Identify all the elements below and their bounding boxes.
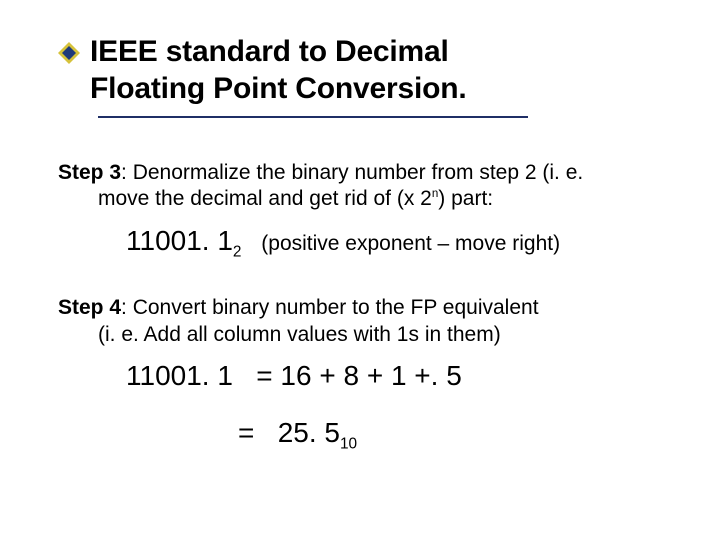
title-line-2: Floating Point Conversion. [90,72,466,105]
slide-body: Step 3: Denormalize the binary number fr… [58,160,680,454]
step4-label: Step 4 [58,296,121,319]
slide: IEEE standard to Decimal Floating Point … [0,0,720,540]
title-underline [98,116,528,118]
step3-cont: move the decimal and get rid of (x 2 [98,187,432,210]
step3-line1: Step 3: Denormalize the binary number fr… [58,160,680,186]
step4-text: : Convert binary number to the FP equiva… [121,296,539,319]
step4-line1: Step 4: Convert binary number to the FP … [58,295,680,321]
step4-eq-lhs: 11001. 1 [126,360,233,391]
step4-line2: (i. e. Add all column values with 1s in … [98,322,680,348]
step4-answer: = 25. 510 [238,415,680,454]
step3-line2: move the decimal and get rid of (x 2n) p… [98,186,680,212]
slide-title-row: IEEE standard to Decimal Floating Point … [58,34,680,107]
step3-value-sub: 2 [233,243,242,260]
step4-ans-val: 25. 5 [278,417,340,448]
step3-value-row: 11001. 12 (positive exponent – move righ… [126,223,680,262]
step4-ans-eq: = [238,417,254,448]
step3-label: Step 3 [58,161,121,184]
step3-cont-tail: ) part: [438,187,493,210]
step3-value: 11001. 1 [126,225,233,256]
title-line-1: IEEE standard to Decimal [90,35,449,68]
step4-cont: (i. e. Add all column values with 1s in … [98,323,501,346]
step4-eq-eq: = [256,360,272,391]
step4-eq-rhs: 16 + 8 + 1 +. 5 [280,360,461,391]
step3-annotation: (positive exponent – move right) [261,232,560,255]
diamond-bullet-icon [58,42,80,69]
slide-title: IEEE standard to Decimal Floating Point … [90,34,466,107]
step4-equation: 11001. 1 = 16 + 8 + 1 +. 5 [126,358,680,393]
step4-ans-sub: 10 [340,435,357,452]
step3-text: : Denormalize the binary number from ste… [121,161,583,184]
